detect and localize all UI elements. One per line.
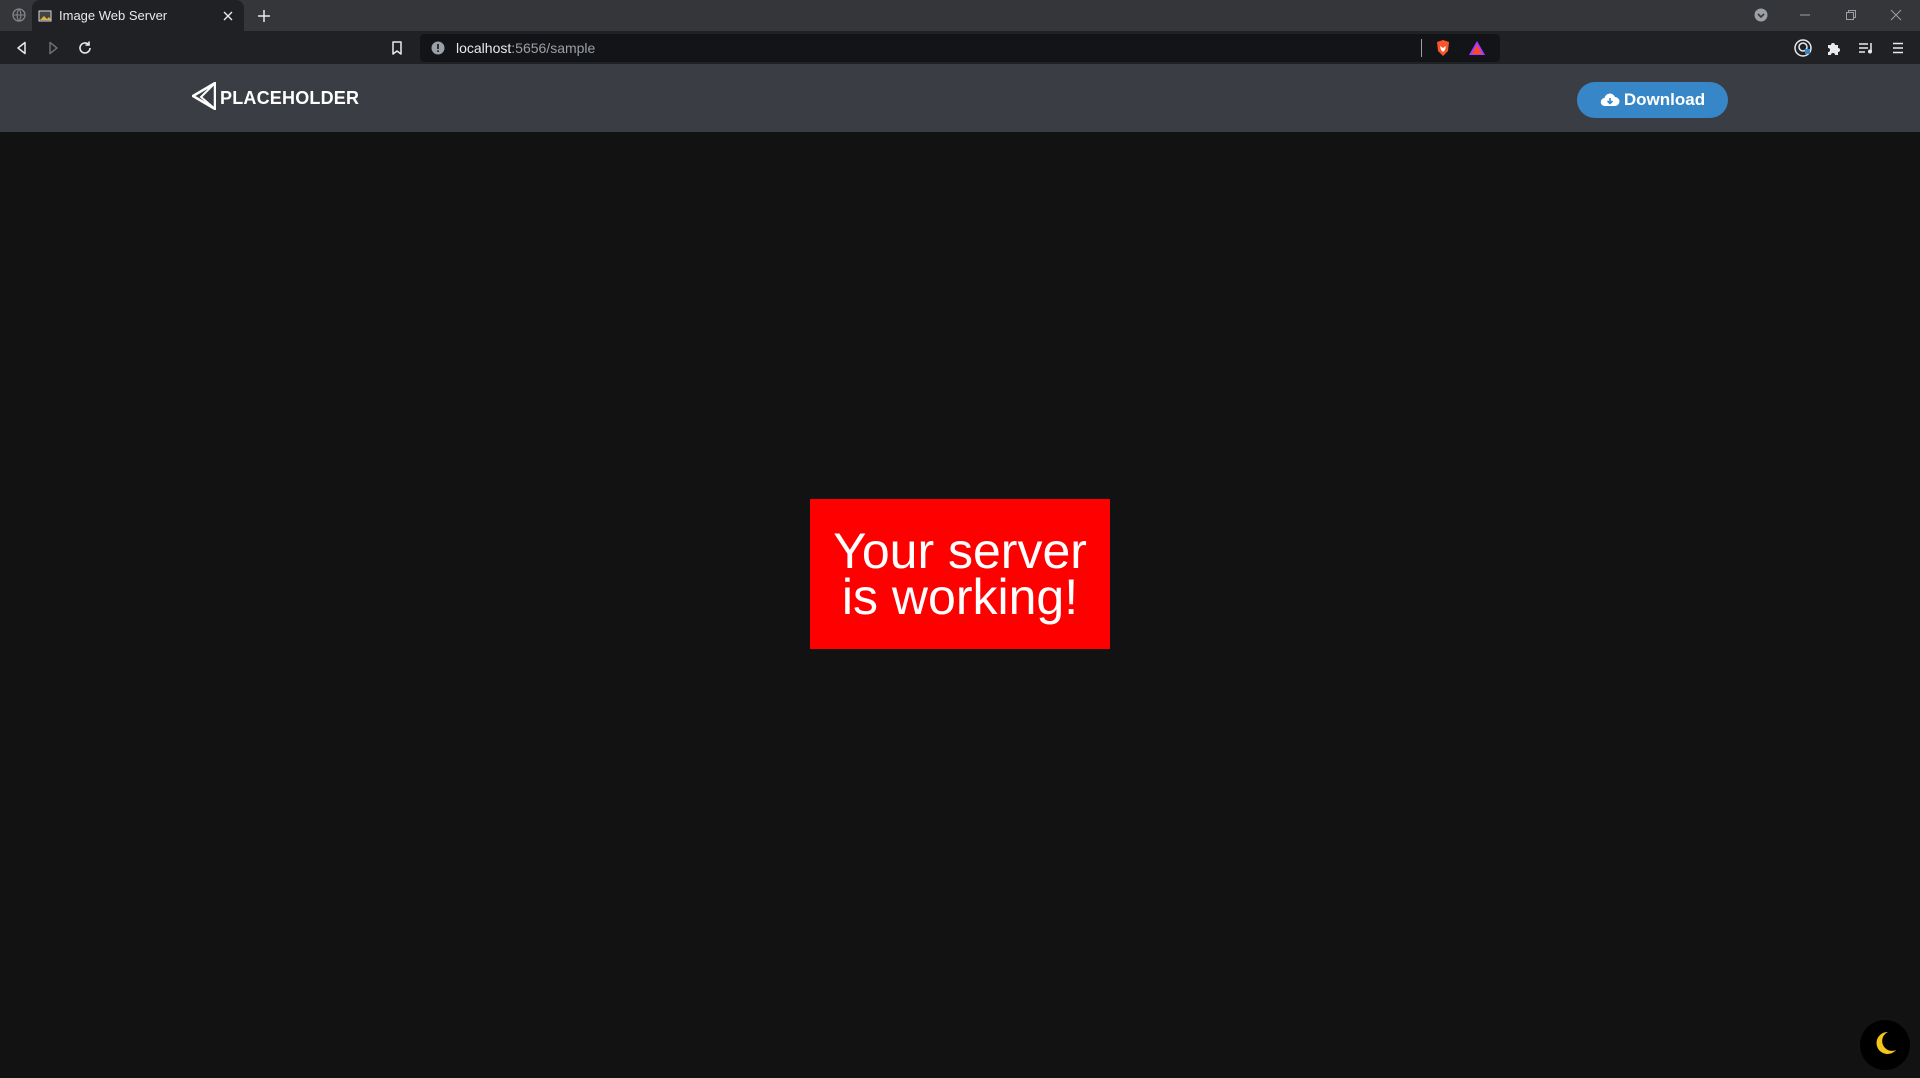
moon-icon [1872, 1030, 1898, 1061]
info-icon[interactable] [430, 40, 446, 56]
profile-icon[interactable] [1791, 36, 1815, 60]
plus-icon[interactable] [253, 5, 275, 27]
close-window-icon[interactable] [1884, 4, 1908, 26]
theme-toggle-button[interactable] [1860, 1020, 1910, 1070]
omnibox-divider [1421, 39, 1422, 57]
site-logo[interactable]: PLACEHOLDER [191, 81, 360, 115]
brave-rewards-icon[interactable] [1466, 37, 1488, 59]
hamburger-icon[interactable] [1886, 36, 1910, 60]
paper-plane-icon [191, 81, 217, 115]
browser-tab-strip: Image Web Server [0, 0, 1920, 31]
placeholder-image-text: Your server is working! [833, 523, 1087, 625]
browser-toolbar: localhost:5656/sample [0, 31, 1920, 64]
brave-shield-icon[interactable] [1432, 37, 1454, 59]
address-bar[interactable]: localhost:5656/sample [420, 34, 1500, 62]
globe-icon[interactable] [12, 8, 26, 22]
browser-tab[interactable]: Image Web Server [32, 0, 244, 31]
url-path: :5656/sample [511, 40, 596, 56]
image-favicon-icon [38, 9, 52, 23]
download-button[interactable]: Download [1577, 82, 1728, 118]
cloud-download-icon [1600, 92, 1620, 108]
minimize-icon[interactable] [1793, 4, 1817, 26]
main-content: Your server is working! [0, 132, 1920, 1078]
forward-arrow-icon[interactable] [41, 36, 65, 60]
tab-title: Image Web Server [59, 8, 168, 23]
url-host: localhost [456, 40, 512, 56]
back-arrow-icon[interactable] [10, 36, 34, 60]
download-label: Download [1623, 90, 1706, 109]
logo-text: PLACEHOLDER [220, 87, 360, 108]
playlist-icon[interactable] [1854, 36, 1878, 60]
close-icon[interactable] [218, 6, 238, 26]
chevron-down-icon[interactable] [1749, 4, 1773, 26]
placeholder-image: Your server is working! [810, 499, 1110, 649]
reload-icon[interactable] [73, 36, 97, 60]
site-header: PLACEHOLDER Download [0, 64, 1920, 132]
restore-icon[interactable] [1839, 4, 1863, 26]
bookmark-icon[interactable] [385, 36, 409, 60]
url-text[interactable]: localhost:5656/sample [456, 40, 1421, 56]
puzzle-icon[interactable] [1822, 36, 1846, 60]
